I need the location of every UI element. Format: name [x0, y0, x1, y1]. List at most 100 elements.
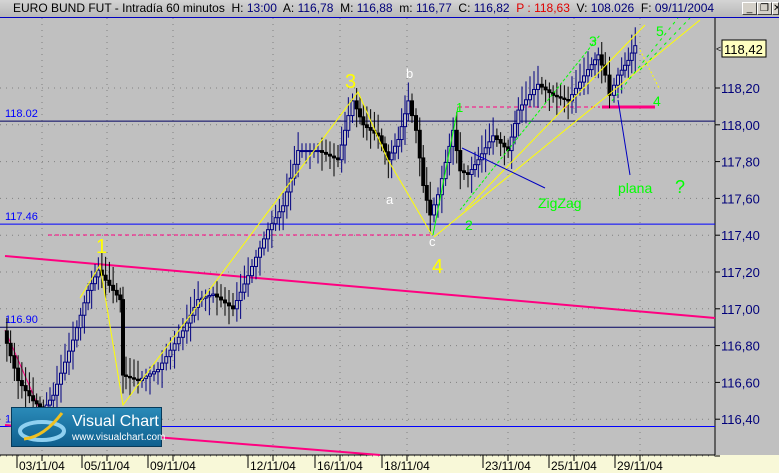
candle-body	[502, 142, 507, 148]
candle-body	[343, 129, 347, 146]
candle-body	[596, 54, 601, 61]
candle-body	[250, 265, 254, 277]
candle-body	[136, 378, 140, 382]
candle-body	[399, 126, 404, 141]
candle-body	[27, 390, 32, 397]
x-tick-label: 16/11/04	[317, 459, 363, 473]
candle-body	[574, 87, 578, 96]
candle-body	[403, 113, 407, 128]
close-button[interactable]: ✕	[772, 2, 779, 15]
candle-body	[227, 302, 231, 307]
candle-body	[31, 395, 36, 402]
high-value: 116,88	[356, 1, 393, 15]
volume-label: V:	[576, 1, 588, 15]
open-value: 116,78	[297, 1, 334, 15]
candle-body	[476, 159, 481, 166]
candle-body	[23, 385, 28, 392]
candle-body	[406, 100, 411, 115]
candle-body	[19, 380, 24, 387]
candle-body	[89, 283, 94, 291]
candle-body	[63, 361, 67, 374]
candle-body	[67, 350, 71, 363]
candle-body	[258, 247, 262, 258]
candle-body	[623, 64, 627, 71]
date-label: F:	[640, 1, 652, 15]
candle-body	[273, 217, 278, 225]
axis-corner	[715, 455, 779, 473]
wave-line	[432, 106, 459, 236]
wave-label-1: 1	[456, 100, 463, 115]
candle-body	[234, 300, 239, 310]
candle-body	[124, 374, 128, 377]
y-tick-label: 117,60	[721, 191, 760, 206]
candle-body	[454, 129, 459, 152]
candle-body	[626, 59, 631, 66]
candle-body	[509, 136, 514, 152]
volume-value: 108.026	[590, 1, 635, 15]
candle-body	[473, 164, 477, 171]
wave-line	[459, 34, 601, 211]
candle-body	[539, 83, 544, 88]
wave-label-4: 4	[653, 93, 661, 109]
candle-body	[498, 139, 503, 144]
candle-body	[350, 100, 355, 117]
candle-body	[458, 150, 463, 172]
restore-button[interactable]: ❐	[757, 2, 772, 15]
candle-body	[607, 74, 612, 96]
price-label: P :	[516, 1, 531, 15]
candle-body	[284, 191, 289, 207]
candle-body	[207, 294, 212, 298]
candle-body	[462, 170, 466, 174]
candle-body	[238, 291, 243, 302]
x-tick-label: 18/11/04	[384, 459, 430, 473]
level-label: 117.46	[5, 211, 38, 223]
candle-body	[59, 372, 63, 385]
candle-body	[246, 275, 251, 285]
y-tick-label: 118,20	[721, 81, 760, 96]
close-label: C:	[458, 1, 471, 15]
candle-body	[296, 150, 301, 165]
wave-label-3: 3	[345, 71, 356, 93]
candle-body	[593, 59, 597, 66]
candle-body	[543, 86, 548, 91]
candle-body	[586, 69, 590, 77]
candle-body	[304, 150, 308, 153]
wave-label-b: b	[406, 66, 413, 81]
candle-body	[231, 305, 235, 310]
wave-label-3: 3	[589, 33, 597, 49]
candle-body	[599, 54, 604, 66]
candle-body	[421, 157, 426, 187]
level-label: 116.90	[5, 314, 38, 326]
x-tick-label: 03/11/04	[19, 459, 65, 473]
x-tick-label: 05/11/04	[84, 459, 130, 473]
candle-body	[589, 64, 594, 71]
y-tick-label: 117,20	[721, 265, 760, 280]
low-label: m:	[399, 1, 413, 15]
window-title-bar: EURO BUND FUT - Intradía 60 minutos H: 1…	[0, 0, 779, 18]
logo-swoosh-icon	[18, 412, 66, 442]
candle-body	[152, 371, 156, 375]
candle-body	[520, 104, 524, 111]
candle-body	[616, 74, 620, 86]
candle-body	[254, 256, 258, 267]
low-value: 116,77	[415, 1, 452, 15]
candle-body	[339, 144, 344, 161]
plana-label: plana	[618, 180, 652, 196]
candle-body	[410, 100, 414, 117]
candle-body	[132, 377, 136, 380]
candle-body	[389, 152, 394, 161]
price-chart[interactable]: 118,20 118,00 117,80 117,60 117,40 117,20 117,…	[0, 18, 779, 473]
visual-chart-logo: Visual Chart www.visualchart.com	[11, 407, 165, 447]
wave-projection	[639, 18, 691, 71]
minimize-button[interactable]: _	[742, 2, 757, 15]
candle-body	[361, 116, 366, 126]
candle-body	[336, 157, 340, 161]
candle-body	[554, 94, 559, 98]
candle-body	[215, 293, 219, 298]
x-tick-label: 23/11/04	[485, 459, 531, 473]
candle-body	[118, 294, 123, 301]
candle-body	[281, 205, 286, 213]
candle-body	[528, 94, 532, 101]
candle-body	[424, 185, 429, 201]
candle-body	[469, 169, 474, 175]
